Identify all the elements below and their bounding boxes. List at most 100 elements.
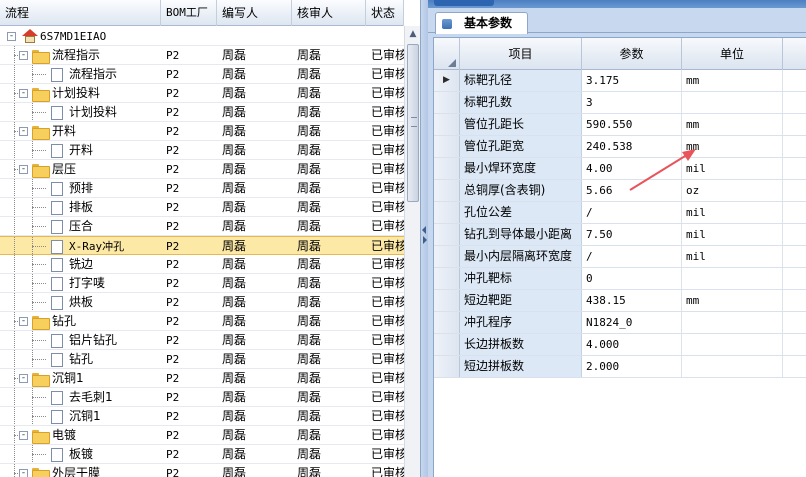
col-header-reviewer[interactable]: 核审人: [292, 0, 366, 26]
tree-node[interactable]: - 电镀: [0, 426, 161, 444]
param-row[interactable]: 冲孔程序 N1824_0: [434, 312, 806, 334]
tree-row[interactable]: 铝片钻孔 P2 周磊 周磊 已审核: [0, 331, 404, 350]
param-value[interactable]: /: [582, 202, 682, 223]
param-value[interactable]: 0: [582, 268, 682, 289]
tree-row[interactable]: - 开料 P2 周磊 周磊 已审核: [0, 122, 404, 141]
param-row[interactable]: 钻孔到导体最小距离 7.50 mil: [434, 224, 806, 246]
param-value[interactable]: 3.175: [582, 70, 682, 91]
col-header-item[interactable]: 项目: [460, 38, 582, 70]
tree-node[interactable]: 铝片钻孔: [0, 331, 161, 349]
param-row[interactable]: 短边靶距 438.15 mm: [434, 290, 806, 312]
collapse-toggle-icon[interactable]: -: [19, 51, 28, 60]
param-value[interactable]: 438.15: [582, 290, 682, 311]
row-selector[interactable]: [434, 180, 460, 201]
tree-node[interactable]: 钻孔: [0, 350, 161, 368]
row-selector[interactable]: [434, 334, 460, 355]
tree-row[interactable]: 去毛刺1 P2 周磊 周磊 已审核: [0, 388, 404, 407]
tree-row[interactable]: - 6S7MD1EIAO: [0, 27, 404, 46]
tree-row-selected[interactable]: X-Ray冲孔 P2 周磊 周磊 已审核: [0, 236, 404, 255]
tree-node[interactable]: 烘板: [0, 293, 161, 311]
col-header-value[interactable]: 参数: [582, 38, 682, 70]
tree-node[interactable]: 排板: [0, 198, 161, 216]
param-row[interactable]: 冲孔靶标 0: [434, 268, 806, 290]
row-selector[interactable]: [434, 290, 460, 311]
collapse-toggle-icon[interactable]: -: [19, 89, 28, 98]
tree-node[interactable]: - 沉铜1: [0, 369, 161, 387]
row-selector[interactable]: [434, 356, 460, 377]
col-header-bom-factory[interactable]: BOM工厂: [161, 0, 217, 26]
pane-splitter[interactable]: [421, 0, 428, 477]
tree-row[interactable]: 计划投料 P2 周磊 周磊 已审核: [0, 103, 404, 122]
tree-row[interactable]: 铣边 P2 周磊 周磊 已审核: [0, 255, 404, 274]
tree-node[interactable]: - 流程指示: [0, 46, 161, 64]
tree-row[interactable]: 钻孔 P2 周磊 周磊 已审核: [0, 350, 404, 369]
collapse-toggle-icon[interactable]: -: [19, 165, 28, 174]
tree-node[interactable]: 打字唛: [0, 274, 161, 292]
tree-node[interactable]: 板镀: [0, 445, 161, 463]
param-value[interactable]: N1824_0: [582, 312, 682, 333]
param-value[interactable]: 4.000: [582, 334, 682, 355]
tree-row[interactable]: 沉铜1 P2 周磊 周磊 已审核: [0, 407, 404, 426]
col-header-writer[interactable]: 编写人: [217, 0, 292, 26]
row-selector[interactable]: [434, 136, 460, 157]
tree-row[interactable]: - 计划投料 P2 周磊 周磊 已审核: [0, 84, 404, 103]
row-selector[interactable]: [434, 268, 460, 289]
tree-row[interactable]: 打字唛 P2 周磊 周磊 已审核: [0, 274, 404, 293]
row-selector[interactable]: [434, 224, 460, 245]
collapse-toggle-icon[interactable]: -: [7, 32, 16, 41]
param-value[interactable]: 240.538: [582, 136, 682, 157]
param-row[interactable]: 管位孔距宽 240.538 mm: [434, 136, 806, 158]
param-value[interactable]: 5.66: [582, 180, 682, 201]
tree-node[interactable]: - 外层干膜: [0, 464, 161, 477]
tree-node[interactable]: 压合: [0, 217, 161, 235]
ribbon-tab-stub[interactable]: [434, 0, 494, 6]
tree-row[interactable]: - 流程指示 P2 周磊 周磊 已审核: [0, 46, 404, 65]
collapse-toggle-icon[interactable]: -: [19, 127, 28, 136]
current-row-pointer-icon[interactable]: ▶: [434, 70, 460, 91]
tree-row[interactable]: - 外层干膜 P2 周磊 周磊 已审核: [0, 464, 404, 477]
param-row[interactable]: 最小内层隔离环宽度 / mil: [434, 246, 806, 268]
tree-row[interactable]: 烘板 P2 周磊 周磊 已审核: [0, 293, 404, 312]
tree-node[interactable]: 铣边: [0, 255, 161, 273]
param-value[interactable]: 7.50: [582, 224, 682, 245]
param-value[interactable]: 590.550: [582, 114, 682, 135]
tree-node[interactable]: 沉铜1: [0, 407, 161, 425]
tree-row[interactable]: 排板 P2 周磊 周磊 已审核: [0, 198, 404, 217]
row-selector[interactable]: [434, 246, 460, 267]
param-row[interactable]: 孔位公差 / mil: [434, 202, 806, 224]
col-header-process[interactable]: 流程: [0, 0, 161, 26]
param-row[interactable]: 管位孔距长 590.550 mm: [434, 114, 806, 136]
tree-row[interactable]: - 电镀 P2 周磊 周磊 已审核: [0, 426, 404, 445]
tree-row[interactable]: 开料 P2 周磊 周磊 已审核: [0, 141, 404, 160]
tree-node[interactable]: 开料: [0, 141, 161, 159]
param-value[interactable]: 4.00: [582, 158, 682, 179]
tree-node[interactable]: - 计划投料: [0, 84, 161, 102]
param-row[interactable]: 最小焊环宽度 4.00 mil: [434, 158, 806, 180]
collapse-toggle-icon[interactable]: -: [19, 317, 28, 326]
row-selector[interactable]: [434, 202, 460, 223]
scroll-thumb[interactable]: [407, 44, 419, 202]
select-all-corner[interactable]: [434, 38, 460, 70]
tree-node[interactable]: X-Ray冲孔: [0, 237, 161, 255]
param-value[interactable]: 3: [582, 92, 682, 113]
row-selector[interactable]: [434, 158, 460, 179]
col-header-unit[interactable]: 单位: [682, 38, 783, 70]
param-row[interactable]: 标靶孔数 3: [434, 92, 806, 114]
tree-row[interactable]: 预排 P2 周磊 周磊 已审核: [0, 179, 404, 198]
tree-node[interactable]: 去毛刺1: [0, 388, 161, 406]
param-value[interactable]: 2.000: [582, 356, 682, 377]
param-row[interactable]: 总铜厚(含表铜) 5.66 oz: [434, 180, 806, 202]
tab-basic-params[interactable]: 基本参数: [435, 12, 528, 34]
param-value[interactable]: /: [582, 246, 682, 267]
tree-node[interactable]: - 层压: [0, 160, 161, 178]
tree-row[interactable]: 流程指示 P2 周磊 周磊 已审核: [0, 65, 404, 84]
tree-node[interactable]: - 开料: [0, 122, 161, 140]
row-selector[interactable]: [434, 312, 460, 333]
tree-row[interactable]: - 钻孔 P2 周磊 周磊 已审核: [0, 312, 404, 331]
tree-node[interactable]: 预排: [0, 179, 161, 197]
tree-node[interactable]: - 6S7MD1EIAO: [0, 27, 161, 45]
param-row[interactable]: ▶ 标靶孔径 3.175 mm: [434, 70, 806, 92]
collapse-toggle-icon[interactable]: -: [19, 374, 28, 383]
collapse-toggle-icon[interactable]: -: [19, 469, 28, 477]
scroll-up-icon[interactable]: ▲: [405, 26, 420, 42]
